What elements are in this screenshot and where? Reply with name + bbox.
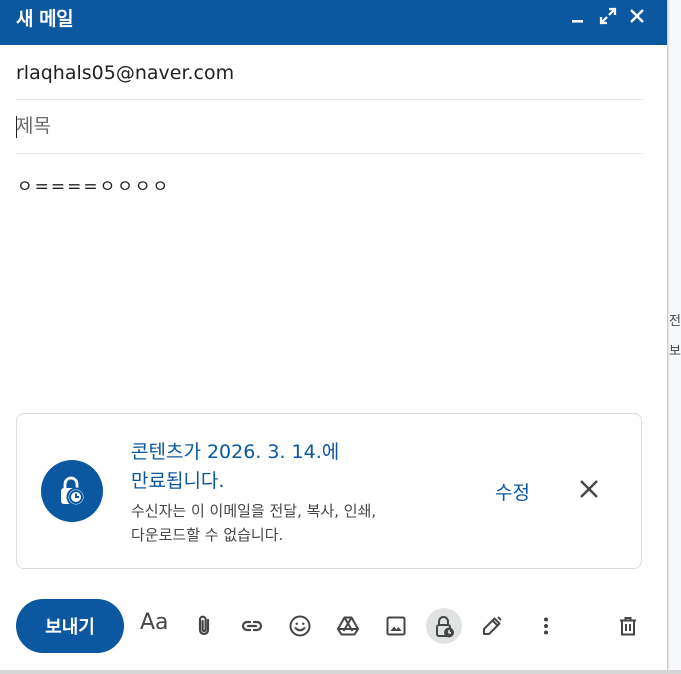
emoji-icon[interactable] <box>282 608 318 644</box>
expiry-description: 수신자는 이 이메일을 전달, 복사, 인쇄, 다운로드할 수 없습니다. <box>131 502 377 544</box>
photo-icon[interactable] <box>378 608 414 644</box>
close-icon[interactable] <box>577 477 601 501</box>
send-button[interactable]: 보내기 <box>16 599 124 653</box>
close-icon[interactable] <box>627 6 647 26</box>
expiry-title: 콘텐츠가 2026. 3. 14.에 만료됩니다. <box>131 441 340 492</box>
edit-link[interactable]: 수정 <box>495 478 530 505</box>
to-value[interactable]: rlaqhals05@naver.com <box>16 62 234 84</box>
attach-icon[interactable] <box>186 608 222 644</box>
link-icon[interactable] <box>234 608 270 644</box>
trash-icon[interactable] <box>610 608 646 644</box>
bottom-divider <box>0 670 681 674</box>
subject-field[interactable] <box>16 100 643 154</box>
confidential-lock-icon[interactable] <box>426 608 462 644</box>
compose-window: 새 메일 rlaqhals05@naver.com ㅇ====ㅇㅇㅇㅇ <box>0 0 667 670</box>
background-page <box>667 0 681 674</box>
fullscreen-icon[interactable] <box>598 6 618 26</box>
minimize-icon[interactable] <box>568 6 588 26</box>
confidential-mode-card: 콘텐츠가 2026. 3. 14.에 만료됩니다. 수신자는 이 이메일을 전달… <box>16 413 642 569</box>
drive-icon[interactable] <box>330 608 366 644</box>
background-text-2: 보 <box>669 344 681 359</box>
subject-input[interactable] <box>16 110 636 142</box>
compose-header[interactable]: 새 메일 <box>0 0 667 45</box>
timer-lock-icon <box>41 460 103 522</box>
message-body[interactable]: ㅇ====ㅇㅇㅇㅇ <box>17 172 170 197</box>
text-caret <box>16 116 17 138</box>
background-text-1: 전 <box>669 314 681 329</box>
to-field[interactable]: rlaqhals05@naver.com <box>16 46 643 100</box>
formatting-options-button[interactable]: Aa <box>140 610 169 635</box>
signature-pen-icon[interactable] <box>474 608 510 644</box>
compose-title: 새 메일 <box>16 8 74 30</box>
more-vert-icon[interactable] <box>528 608 564 644</box>
